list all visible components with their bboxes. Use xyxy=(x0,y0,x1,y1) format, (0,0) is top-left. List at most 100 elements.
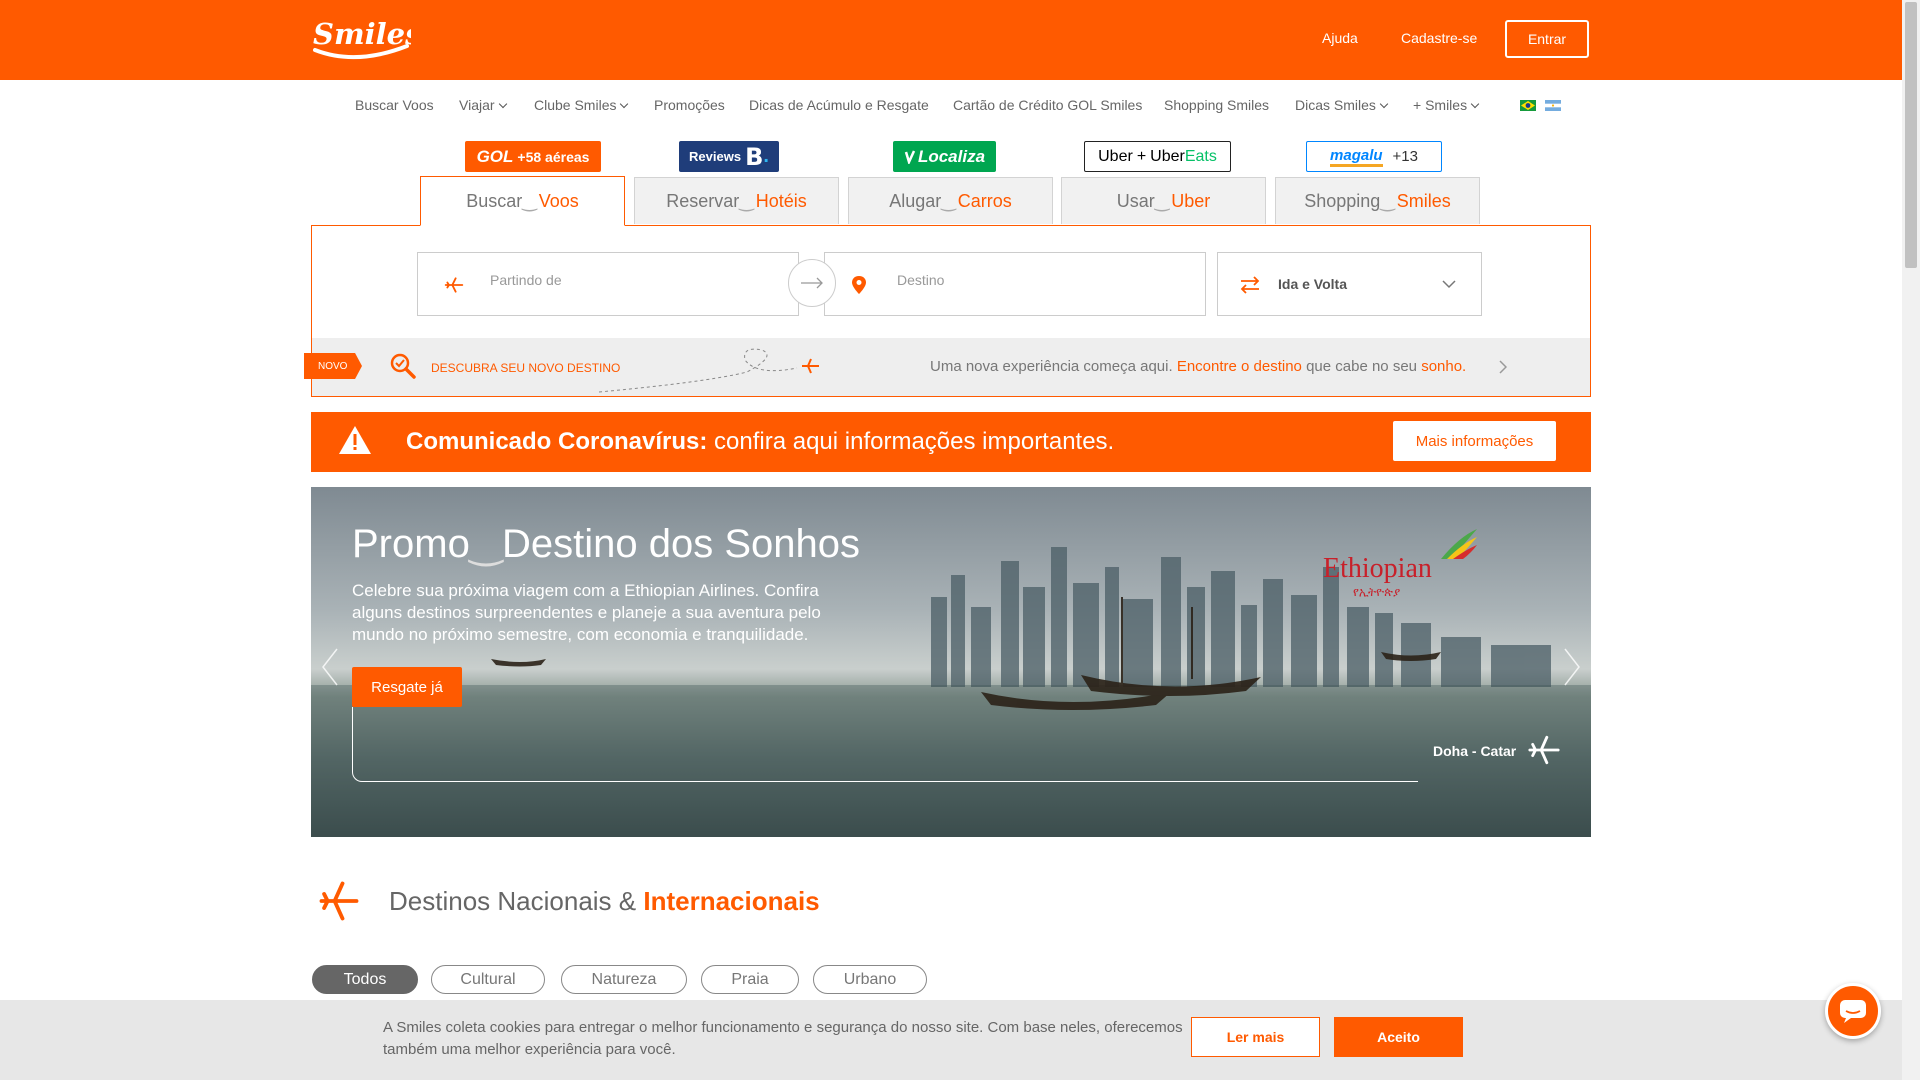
origin-input[interactable] xyxy=(488,271,772,289)
nav-label: + Smiles xyxy=(1413,97,1468,113)
tab-alugar-carros[interactable]: Alugar ‿ Carros xyxy=(848,177,1053,224)
argentina-flag-icon[interactable] xyxy=(1545,98,1561,111)
discover-msg-mid: que cabe no seu xyxy=(1306,358,1418,375)
origin-field[interactable] xyxy=(417,252,799,316)
nav-label: Viajar xyxy=(459,97,495,113)
nav-promocoes[interactable]: Promoções xyxy=(654,97,725,113)
tab-noun: Voos xyxy=(538,190,579,211)
destinations-title: Destinos Nacionais & Internacionais xyxy=(389,886,820,917)
tab-shopping-smiles[interactable]: Shopping ‿ Smiles xyxy=(1275,177,1480,224)
uber-eats-suffix: Eats xyxy=(1184,147,1217,165)
booking-logo-letter: B xyxy=(745,142,764,171)
nav-dicas-smiles[interactable]: Dicas Smiles xyxy=(1295,97,1389,113)
ethiopian-airlines-logo: Ethiopian የኢትዮጵያ xyxy=(1323,527,1483,599)
nav-dicas-acumulo[interactable]: Dicas de Acúmulo e Resgate xyxy=(749,97,929,113)
find-destination-link[interactable]: Encontre o destino xyxy=(1177,358,1302,375)
tab-noun: Carros xyxy=(957,190,1012,211)
chat-bubble-icon xyxy=(1840,1000,1866,1023)
cookie-message: A Smiles coleta cookies para entregar o … xyxy=(383,1019,1183,1058)
scrollbar-thumb[interactable] xyxy=(1905,2,1917,268)
nav-label: Clube Smiles xyxy=(534,97,617,113)
trip-type-select[interactable]: Ida e Volta xyxy=(1217,252,1482,316)
discover-msg-pre: Uma nova experiência começa aqui. xyxy=(930,358,1173,375)
tab-reservar-hoteis[interactable]: Reservar ‿ Hotéis xyxy=(634,177,839,224)
uber-badge[interactable]: Uber + Uber Eats xyxy=(1084,141,1231,172)
nav-shopping-smiles[interactable]: Shopping Smiles xyxy=(1164,97,1269,113)
filter-todos[interactable]: Todos xyxy=(312,965,418,994)
ethiopian-logo-script: የኢትዮጵያ xyxy=(1353,585,1401,599)
gol-badge[interactable]: GOL +58 aéreas xyxy=(465,141,601,172)
search-check-icon xyxy=(390,353,416,379)
tab-noun: Hotéis xyxy=(755,190,807,211)
gol-badge-text: +58 aéreas xyxy=(517,148,590,165)
localiza-logo-text: Localiza xyxy=(917,146,986,166)
filter-cultural[interactable]: Cultural xyxy=(431,965,545,994)
page-scrollbar[interactable] xyxy=(1902,0,1920,1080)
tab-verb: Usar xyxy=(1116,190,1155,211)
banner-description: Celebre sua próxima viagem com a Ethiopi… xyxy=(352,581,821,644)
chat-button[interactable] xyxy=(1825,983,1881,1039)
arrow-right-icon xyxy=(801,277,823,289)
nav-label: Shopping Smiles xyxy=(1164,97,1270,113)
more-info-button[interactable]: Mais informações xyxy=(1393,421,1556,461)
plane-icon xyxy=(1528,735,1560,765)
filter-natureza[interactable]: Natureza xyxy=(561,965,687,994)
localiza-badge[interactable]: Localiza xyxy=(893,141,996,172)
chevron-down-icon xyxy=(1379,99,1389,109)
coronavirus-rest: confira aqui informações importantes. xyxy=(714,428,1115,455)
redeem-button[interactable]: Resgate já xyxy=(352,667,462,707)
nav-clube-smiles[interactable]: Clube Smiles xyxy=(534,97,629,113)
chevron-down-icon xyxy=(1470,99,1480,109)
carousel-prev-icon[interactable] xyxy=(319,647,343,687)
read-more-button[interactable]: Ler mais xyxy=(1191,1017,1320,1057)
tab-buscar-voos[interactable]: Buscar ‿ Voos xyxy=(420,176,625,226)
booking-logo-dot: . xyxy=(763,145,769,167)
booking-reviews-text: Reviews xyxy=(689,149,742,164)
tab-noun: Smiles xyxy=(1396,190,1451,211)
brazil-flag-icon[interactable] xyxy=(1520,98,1536,111)
help-link[interactable]: Ajuda xyxy=(1322,30,1358,46)
nav-label: Promoções xyxy=(654,97,725,113)
swap-locations-button[interactable] xyxy=(788,259,836,307)
chevron-right-icon[interactable] xyxy=(1499,360,1507,374)
coronavirus-bold: Comunicado Coronavírus: xyxy=(406,428,708,455)
destination-field[interactable] xyxy=(824,252,1206,316)
chevron-down-icon xyxy=(1442,280,1456,289)
tab-verb: Reservar xyxy=(666,190,740,211)
filter-urbano[interactable]: Urbano xyxy=(813,965,927,994)
carousel-next-icon[interactable] xyxy=(1559,647,1583,687)
magalu-badge[interactable]: magalu +13 xyxy=(1306,141,1442,172)
filter-praia[interactable]: Praia xyxy=(701,965,799,994)
booking-badge[interactable]: Reviews B . xyxy=(679,141,779,172)
destination-input[interactable] xyxy=(895,271,1179,289)
discover-destination-link[interactable]: DESCUBRA SEU NOVO DESTINO xyxy=(431,361,620,375)
cookie-banner: A Smiles coleta cookies para entregar o … xyxy=(0,1000,1902,1080)
tab-verb: Shopping xyxy=(1304,190,1381,211)
nav-buscar-voos[interactable]: Buscar Voos xyxy=(355,97,434,113)
tab-verb: Buscar xyxy=(466,190,523,211)
plane-icon xyxy=(444,277,464,293)
flight-search-panel: Ida e Volta DESCUBRA SEU NOVO DESTINO Um… xyxy=(304,225,1591,397)
discover-strip: DESCUBRA SEU NOVO DESTINO Uma nova exper… xyxy=(312,338,1590,396)
nav-mais-smiles[interactable]: + Smiles xyxy=(1413,97,1480,113)
login-button[interactable]: Entrar xyxy=(1505,20,1589,58)
nav-label: Dicas Smiles xyxy=(1295,97,1376,113)
coronavirus-message: Comunicado Coronavírus: confira aqui inf… xyxy=(406,428,1114,456)
ethiopian-wing-icon xyxy=(1441,529,1477,559)
signup-link[interactable]: Cadastre-se xyxy=(1401,30,1477,46)
nav-viajar[interactable]: Viajar xyxy=(459,97,507,113)
coronavirus-alert: Comunicado Coronavírus: confira aqui inf… xyxy=(311,412,1591,472)
destinations-title-a: Destinos Nacionais & xyxy=(389,886,637,916)
uber-logo-text: Uber xyxy=(1098,147,1133,165)
gol-logo: GOL xyxy=(476,146,514,166)
nav-label: Cartão de Crédito GOL Smiles xyxy=(953,97,1143,113)
logo-text: Smiles xyxy=(313,17,411,51)
accept-cookies-button[interactable]: Aceito xyxy=(1334,1017,1463,1057)
destinations-title-b: Internacionais xyxy=(643,886,820,916)
banner-title-b: Destino dos Sonhos xyxy=(501,522,860,566)
new-badge: NOVO xyxy=(304,353,362,379)
nav-cartao-credito[interactable]: Cartão de Crédito GOL Smiles xyxy=(953,97,1142,113)
banner-title-a: Promo xyxy=(352,522,470,566)
smiles-logo[interactable]: Smiles xyxy=(311,14,421,64)
tab-usar-uber[interactable]: Usar ‿ Uber xyxy=(1061,177,1266,224)
